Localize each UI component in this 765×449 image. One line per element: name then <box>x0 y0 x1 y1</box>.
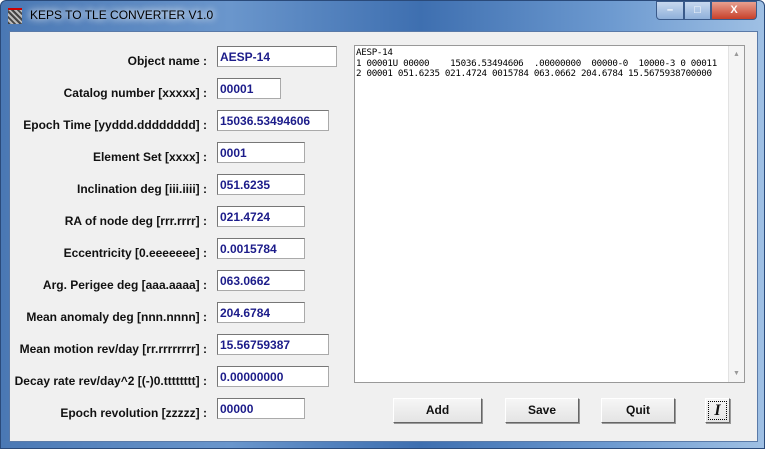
title-bar[interactable]: KEPS TO TLE CONVERTER V1.0 – □ X <box>1 1 765 31</box>
inclination-input[interactable] <box>217 174 305 195</box>
tle-output-text: AESP-14 1 00001U 00000 15036.53494606 .0… <box>356 47 717 79</box>
vertical-scrollbar[interactable]: ▲ ▼ <box>728 46 744 382</box>
ra-node-label: RA of node deg [rrr.rrrr] : <box>64 214 207 228</box>
catalog-number-label: Catalog number [xxxxx] : <box>63 86 207 100</box>
close-button[interactable]: X <box>711 1 757 20</box>
epoch-revolution-label: Epoch revolution [zzzzz] : <box>60 406 207 420</box>
client-area: Object name : Catalog number [xxxxx] : E… <box>9 31 758 442</box>
catalog-number-input[interactable] <box>217 78 281 99</box>
scroll-down-icon[interactable]: ▼ <box>733 370 740 377</box>
mean-anomaly-input[interactable] <box>217 302 305 323</box>
info-button[interactable]: I <box>705 398 730 423</box>
window-title: KEPS TO TLE CONVERTER V1.0 <box>30 8 214 22</box>
quit-button[interactable]: Quit <box>601 398 675 423</box>
add-button[interactable]: Add <box>393 398 482 423</box>
eccentricity-label: Eccentricity [0.eeeeeee] : <box>63 246 207 260</box>
arg-perigee-input[interactable] <box>217 270 305 291</box>
element-set-label: Element Set [xxxx] : <box>92 150 207 164</box>
inclination-label: Inclination deg [iii.iiii] : <box>77 182 207 196</box>
epoch-time-input[interactable] <box>217 110 329 131</box>
object-name-label: Object name : <box>127 54 207 68</box>
app-window: KEPS TO TLE CONVERTER V1.0 – □ X Object … <box>0 0 765 449</box>
ra-node-input[interactable] <box>217 206 305 227</box>
mean-motion-label: Mean motion rev/day [rr.rrrrrrrr] : <box>19 342 207 356</box>
element-set-input[interactable] <box>217 142 305 163</box>
epoch-revolution-input[interactable] <box>217 398 305 419</box>
eccentricity-input[interactable] <box>217 238 305 259</box>
save-button[interactable]: Save <box>505 398 579 423</box>
app-icon <box>8 8 22 24</box>
decay-rate-input[interactable] <box>217 366 329 387</box>
mean-motion-input[interactable] <box>217 334 329 355</box>
maximize-button[interactable]: □ <box>684 1 711 20</box>
decay-rate-label: Decay rate rev/day^2 [(-)0.tttttttt] : <box>14 374 207 388</box>
tle-output-textarea[interactable]: AESP-14 1 00001U 00000 15036.53494606 .0… <box>354 45 745 383</box>
epoch-time-label: Epoch Time [yyddd.dddddddd] : <box>23 118 207 132</box>
mean-anomaly-label: Mean anomaly deg [nnn.nnnn] : <box>26 310 207 324</box>
minimize-button[interactable]: – <box>656 1 684 20</box>
object-name-input[interactable] <box>217 46 337 67</box>
scroll-up-icon[interactable]: ▲ <box>733 51 740 58</box>
arg-perigee-label: Arg. Perigee deg [aaa.aaaa] : <box>42 278 207 292</box>
